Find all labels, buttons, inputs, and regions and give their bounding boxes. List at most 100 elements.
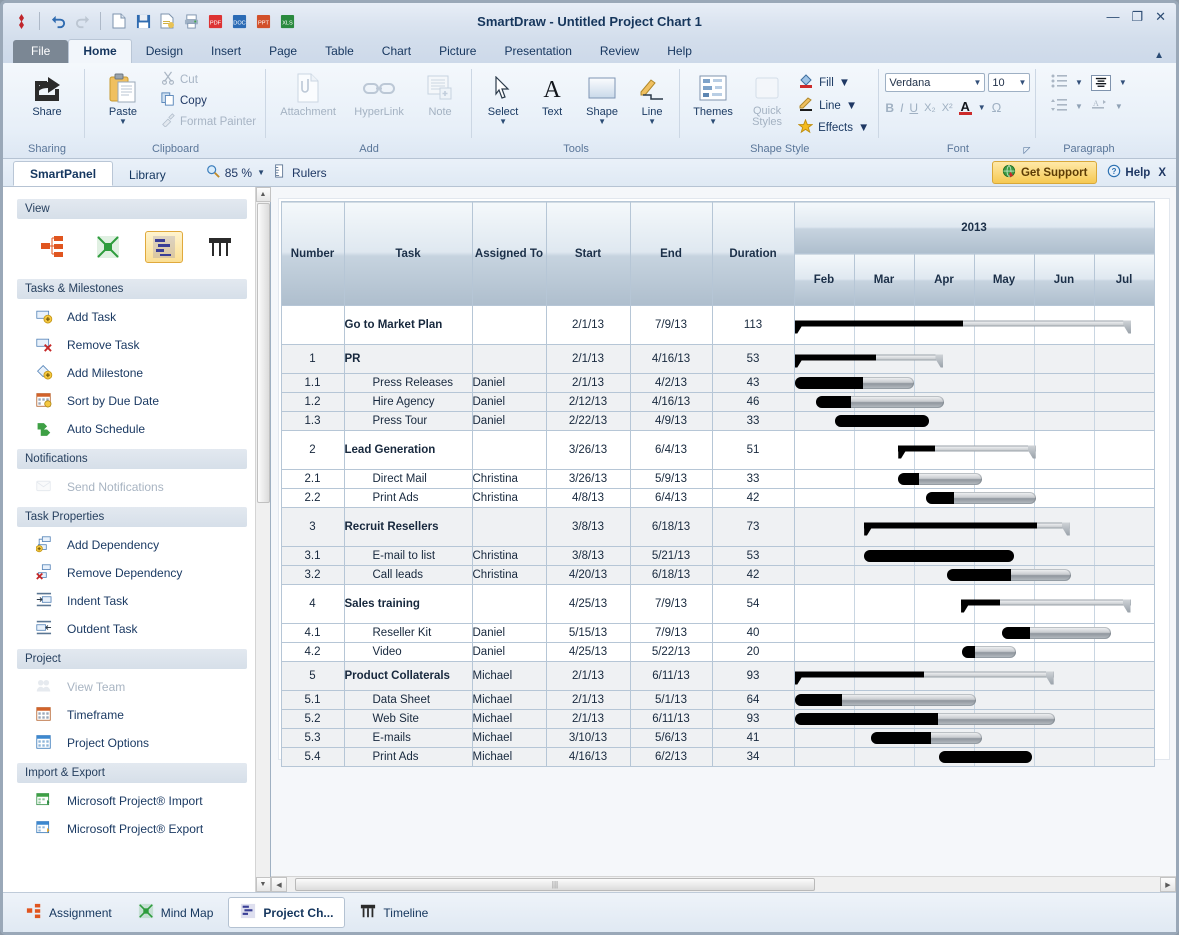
cell-assigned-to[interactable]: Christina	[471, 469, 547, 489]
ribbon-tab-design[interactable]: Design	[132, 40, 197, 63]
cell-task[interactable]: Go to Market Plan	[343, 305, 473, 345]
cell-duration[interactable]: 54	[711, 584, 795, 624]
save-as-icon[interactable]	[157, 11, 177, 31]
sidebar-item-microsoft-project-export[interactable]: Microsoft Project® Export	[17, 815, 255, 843]
cell-assigned-to[interactable]: Christina	[471, 565, 547, 585]
table-row[interactable]: 2 Lead Generation 3/26/13 6/4/13 51	[280, 430, 1155, 470]
ribbon-tab-presentation[interactable]: Presentation	[490, 40, 585, 63]
cell-timeline[interactable]	[793, 690, 1155, 710]
cell-duration[interactable]: 93	[711, 661, 795, 691]
zoom-dropdown-arrow[interactable]: ▼	[257, 168, 265, 177]
sidebar-scrollbar[interactable]: ▲ ▼	[255, 187, 271, 892]
cell-task[interactable]: Press Tour	[343, 411, 473, 431]
table-row[interactable]: 4.1 Reseller Kit Daniel 5/15/13 7/9/13 40	[280, 623, 1155, 643]
hscroll-right-arrow-icon[interactable]: ▶	[1160, 877, 1176, 892]
cell-end[interactable]: 5/22/13	[629, 642, 713, 662]
cell-assigned-to[interactable]: Daniel	[471, 623, 547, 643]
cell-start[interactable]: 3/26/13	[545, 430, 631, 470]
cell-task[interactable]: Video	[343, 642, 473, 662]
page-tab-project-ch[interactable]: Project Ch...	[228, 897, 346, 928]
cell-duration[interactable]: 41	[711, 728, 795, 748]
sidebar-item-sort-by-due-date[interactable]: Sort by Due Date	[17, 387, 255, 415]
line-tool-button[interactable]: Line ▼	[630, 69, 674, 127]
cell-timeline[interactable]	[793, 507, 1155, 547]
gantt-task-bar[interactable]	[947, 569, 1071, 581]
cell-duration[interactable]: 34	[711, 747, 795, 767]
cut-button[interactable]: Cut	[157, 69, 260, 90]
sidebar-item-indent-task[interactable]: Indent Task	[17, 587, 255, 615]
cell-start[interactable]: 2/1/13	[545, 305, 631, 345]
cell-duration[interactable]: 42	[711, 488, 795, 508]
cell-assigned-to[interactable]: Daniel	[471, 642, 547, 662]
table-row[interactable]: 3.1 E-mail to list Christina 3/8/13 5/21/13 5…	[280, 546, 1155, 566]
cell-end[interactable]: 6/18/13	[629, 565, 713, 585]
font-family-select[interactable]: Verdana ▼	[885, 73, 986, 92]
cell-duration[interactable]: 40	[711, 623, 795, 643]
gantt-task-bar[interactable]	[794, 694, 977, 706]
redo-icon[interactable]	[72, 11, 92, 31]
cell-number[interactable]: 4.1	[280, 623, 345, 643]
bullets-arrow[interactable]: ▼	[1075, 78, 1083, 87]
ribbon-tab-help[interactable]: Help	[653, 40, 706, 63]
gantt-task-bar[interactable]	[794, 377, 915, 389]
cell-start[interactable]: 2/1/13	[545, 690, 631, 710]
cell-assigned-to[interactable]: Daniel	[471, 392, 547, 412]
gantt-task-bar[interactable]	[871, 732, 982, 744]
cell-number[interactable]: 2.2	[280, 488, 345, 508]
cell-end[interactable]: 4/16/13	[629, 344, 713, 374]
shape-dropdown-arrow[interactable]: ▼	[598, 118, 606, 126]
zoom-control[interactable]: 85 % ▼	[206, 164, 265, 181]
cell-number[interactable]: 1	[280, 344, 345, 374]
sidebar-item-add-milestone[interactable]: Add Milestone	[17, 359, 255, 387]
line-dropdown-arrow[interactable]: ▼	[648, 118, 656, 126]
get-support-button[interactable]: Get Support	[991, 161, 1098, 184]
cell-start[interactable]: 4/16/13	[545, 747, 631, 767]
export-pdf-icon[interactable]: PDF	[205, 11, 225, 31]
gantt-task-bar[interactable]	[939, 751, 1032, 763]
subscript-button[interactable]: X₂	[924, 102, 936, 114]
line-spacing-button[interactable]	[1050, 98, 1067, 115]
table-row[interactable]: 5.3 E-mails Michael 3/10/13 5/6/13 41	[280, 728, 1155, 748]
cell-number[interactable]: 4	[280, 584, 345, 624]
cell-start[interactable]: 2/22/13	[545, 411, 631, 431]
cell-task[interactable]: PR	[343, 344, 473, 374]
cell-end[interactable]: 6/2/13	[629, 747, 713, 767]
cell-start[interactable]: 4/25/13	[545, 584, 631, 624]
gantt-summary-bar[interactable]	[794, 320, 1132, 334]
minimize-button[interactable]: —	[1106, 10, 1119, 23]
text-direction-button[interactable]: A	[1091, 98, 1107, 115]
cell-timeline[interactable]	[793, 344, 1155, 374]
sidebar-scroll-thumb[interactable]	[256, 203, 270, 503]
ribbon-tab-home[interactable]: Home	[68, 39, 132, 63]
ribbon-tab-file[interactable]: File	[13, 40, 69, 63]
cell-duration[interactable]: 51	[711, 430, 795, 470]
font-family-arrow[interactable]: ▼	[967, 78, 981, 87]
cell-assigned-to[interactable]	[471, 584, 547, 624]
cell-number[interactable]: 3.2	[280, 565, 345, 585]
line-style-dropdown-arrow[interactable]: ▼	[846, 100, 857, 112]
cell-task[interactable]: Recruit Resellers	[343, 507, 473, 547]
table-row[interactable]: 3.2 Call leads Christina 4/20/13 6/18/13 42	[280, 565, 1155, 585]
cell-duration[interactable]: 46	[711, 392, 795, 412]
cell-start[interactable]: 2/1/13	[545, 661, 631, 691]
cell-timeline[interactable]	[793, 709, 1155, 729]
rulers-toggle[interactable]: Rulers	[273, 164, 327, 181]
gantt-task-bar[interactable]	[1002, 627, 1111, 639]
gantt-task-bar[interactable]	[926, 492, 1036, 504]
cell-number[interactable]: 2.1	[280, 469, 345, 489]
cell-task[interactable]: Data Sheet	[343, 690, 473, 710]
sidebar-item-add-task[interactable]: Add Task	[17, 303, 255, 331]
cell-task[interactable]: Product Collaterals	[343, 661, 473, 691]
cell-timeline[interactable]	[793, 411, 1155, 431]
cell-duration[interactable]: 20	[711, 642, 795, 662]
gantt-task-bar[interactable]	[864, 550, 1014, 562]
cell-duration[interactable]: 33	[711, 411, 795, 431]
cell-end[interactable]: 5/21/13	[629, 546, 713, 566]
panel-tab-library[interactable]: Library	[113, 163, 182, 186]
cell-timeline[interactable]	[793, 661, 1155, 691]
project-chart-view-icon[interactable]	[145, 231, 183, 263]
cell-timeline[interactable]	[793, 305, 1155, 345]
cell-number[interactable]: 1.1	[280, 373, 345, 393]
table-row[interactable]: 1.1 Press Releases Daniel 2/1/13 4/2/13 43	[280, 373, 1155, 393]
cell-timeline[interactable]	[793, 430, 1155, 470]
